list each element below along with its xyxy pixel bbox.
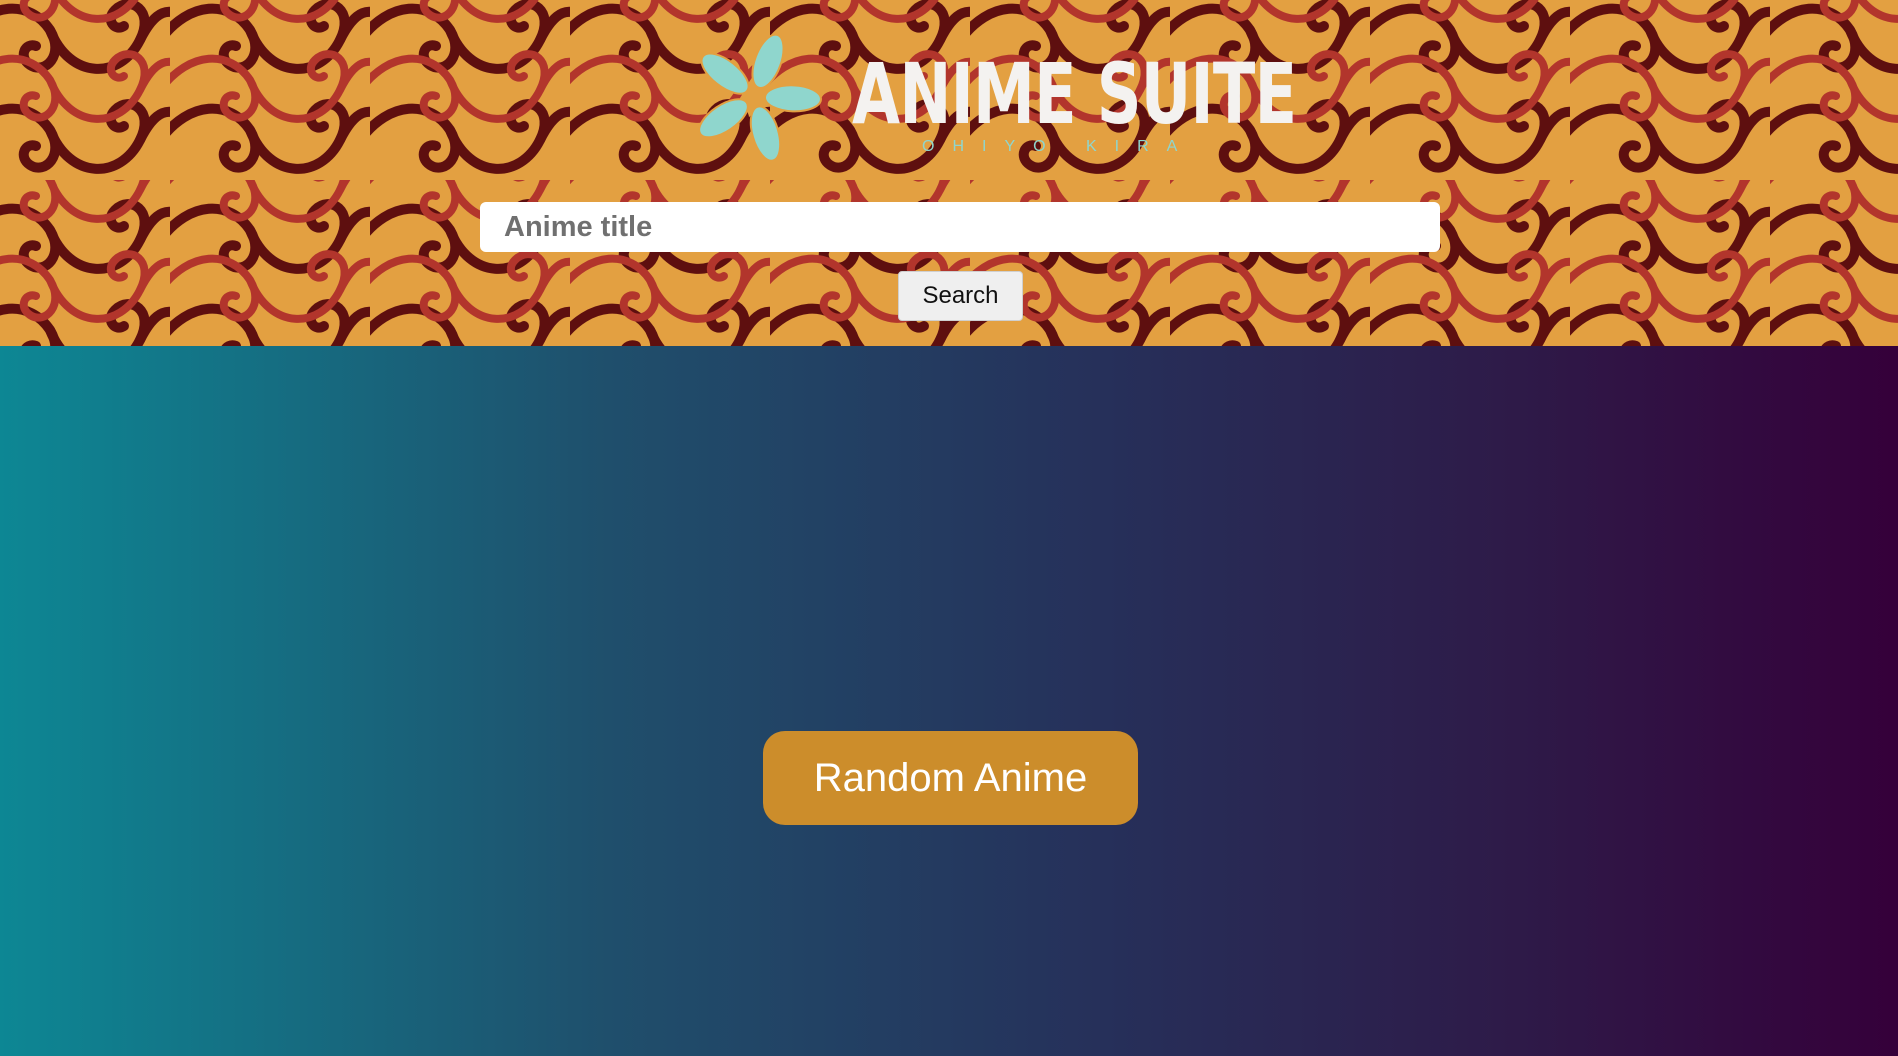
search-button[interactable]: Search bbox=[898, 271, 1023, 321]
flower-icon bbox=[698, 33, 822, 162]
site-logo[interactable]: ANIME SUITE OHIYO KIRA bbox=[688, 30, 1297, 165]
anime-title-search-input[interactable] bbox=[480, 202, 1440, 252]
logo-title: ANIME SUITE bbox=[852, 45, 1297, 143]
logo-subtitle: OHIYO KIRA bbox=[922, 138, 1196, 155]
random-anime-button[interactable]: Random Anime bbox=[763, 731, 1138, 825]
main-content: Random Anime bbox=[0, 346, 1898, 1056]
header-banner: ANIME SUITE OHIYO KIRA Search bbox=[0, 0, 1898, 346]
